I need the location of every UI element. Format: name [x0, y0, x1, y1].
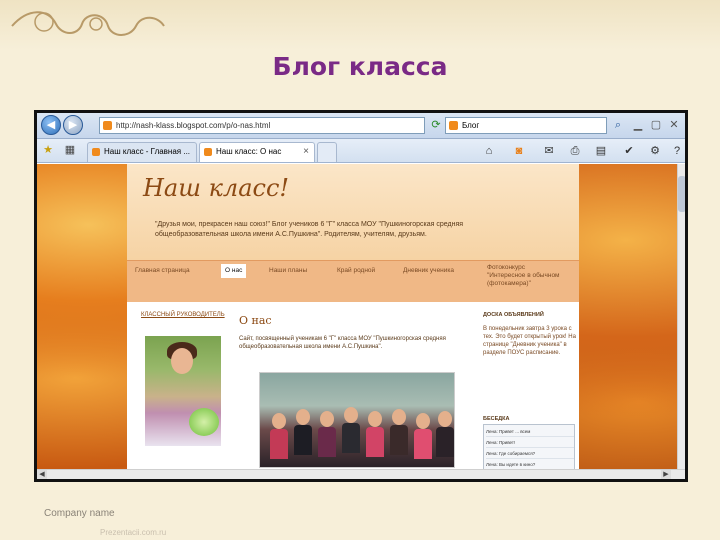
- sidebar-left: КЛАССНЫЙ РУКОВОДИТЕЛЬ: [141, 312, 229, 446]
- company-name: Company name: [44, 508, 115, 519]
- new-tab-button[interactable]: [317, 142, 337, 162]
- photo-face: [438, 411, 452, 427]
- sidebar-right: ДОСКА ОБЪЯВЛЕНИЙ В понедельник завтра 3 …: [483, 312, 577, 469]
- slide-title: Блог класса: [272, 52, 448, 81]
- menu-item-homeland[interactable]: Край родной: [337, 264, 375, 278]
- photo-face: [272, 413, 286, 429]
- chat-heading: БЕСЕДКА: [483, 416, 510, 422]
- photo-face: [320, 411, 334, 427]
- photo-figure: [390, 425, 408, 455]
- post-title: О нас: [239, 314, 272, 327]
- blogger-icon: [103, 121, 112, 130]
- photo-face: [296, 409, 310, 425]
- photo-figure: [366, 427, 384, 457]
- photo-face: [344, 407, 358, 423]
- search-icon[interactable]: ⌕: [611, 118, 625, 132]
- chat-message: Лена: Где собираемся?: [486, 449, 574, 459]
- quick-tabs-icon[interactable]: ▦: [63, 143, 77, 157]
- photo-face: [171, 348, 193, 374]
- photo-face: [368, 411, 382, 427]
- vertical-scrollbar[interactable]: [677, 164, 685, 469]
- page-viewport: Наш класс! "Друзья мои, прекрасен наш со…: [37, 164, 677, 469]
- tab-home[interactable]: Наш класс - Главная ...: [87, 142, 197, 162]
- chat-message: Лена: Привет ... всем: [486, 427, 574, 437]
- photo-figure: [342, 423, 360, 453]
- help-icon[interactable]: ?: [669, 143, 685, 159]
- menu-item-photo-contest[interactable]: Фотоконкурс "Интересное в обычном (фоток…: [487, 264, 563, 287]
- tools-gear-icon[interactable]: ⚙: [647, 143, 663, 159]
- watermark: Prezentacii.com.ru: [100, 528, 167, 537]
- blog-description: "Друзья мои, прекрасен наш союз!" Блог у…: [155, 221, 464, 238]
- teacher-photo: [145, 336, 221, 446]
- minimize-icon[interactable]: ▁: [631, 118, 645, 132]
- page-menu-icon[interactable]: ▤: [593, 143, 609, 159]
- blog-header: Наш класс! "Друзья мои, прекрасен наш со…: [127, 164, 579, 260]
- blogger-icon: [92, 148, 100, 156]
- photo-figure: [270, 429, 288, 459]
- menu-item-plans[interactable]: Наши планы: [269, 264, 307, 278]
- tab-row: ★ ▦ Наш класс - Главная ... Наш класс: О…: [37, 139, 685, 163]
- menu-item-about[interactable]: О нас: [221, 264, 247, 278]
- tab-label: Наш класс: О нас: [216, 147, 282, 156]
- photo-face: [392, 409, 406, 425]
- tab-close-icon[interactable]: ×: [303, 143, 309, 161]
- menu-item-home[interactable]: Главная страница: [135, 264, 190, 278]
- search-provider-icon: [449, 121, 458, 130]
- compatibility-icon[interactable]: ⟳: [429, 118, 443, 132]
- forward-button[interactable]: ▶: [63, 115, 83, 135]
- notice-board-text: В понедельник завтра 3 урока с тех. Это …: [483, 326, 576, 356]
- tab-label: Наш класс - Главная ...: [104, 147, 191, 156]
- photo-figure: [318, 427, 336, 457]
- home-icon[interactable]: ⌂: [481, 143, 497, 159]
- scroll-left-icon[interactable]: ◀: [37, 470, 47, 479]
- address-field[interactable]: http://nash-klass.blogspot.com/p/o-nas.h…: [99, 117, 425, 134]
- address-text: http://nash-klass.blogspot.com/p/o-nas.h…: [116, 121, 271, 130]
- teacher-heading: КЛАССНЫЙ РУКОВОДИТЕЛЬ: [141, 312, 225, 318]
- horizontal-scrollbar[interactable]: ◀ ▶: [37, 469, 685, 479]
- blog-page: Наш класс! "Друзья мои, прекрасен наш со…: [127, 164, 579, 469]
- favorites-star-icon[interactable]: ★: [41, 143, 55, 157]
- menu-item-diary[interactable]: Дневник ученика: [403, 264, 454, 278]
- photo-figure: [414, 429, 432, 459]
- photo-face: [416, 413, 430, 429]
- feeds-icon[interactable]: ◙: [511, 143, 527, 159]
- maximize-icon[interactable]: ▢: [649, 118, 663, 132]
- chat-message: Лена: Вы идете в кино?: [486, 460, 574, 469]
- photo-figure: [436, 427, 454, 457]
- search-text: Блог: [462, 121, 480, 130]
- mail-icon[interactable]: ✉: [541, 143, 557, 159]
- tab-about[interactable]: Наш класс: О нас ×: [199, 142, 315, 162]
- post-text: Сайт, посвященный ученикам 6 "Г" класса …: [239, 336, 446, 350]
- safety-icon[interactable]: ✔: [621, 143, 637, 159]
- search-field[interactable]: Блог: [445, 117, 607, 134]
- chat-message: Лена: Привет!: [486, 438, 574, 448]
- class-photo: [259, 372, 455, 468]
- blog-menu: Главная страница О нас Наши планы Край р…: [127, 260, 579, 302]
- ornament-icon: [11, 11, 165, 36]
- blog-title[interactable]: Наш класс!: [143, 174, 289, 202]
- post-column: О нас Сайт, посвященный ученикам 6 "Г" к…: [239, 314, 461, 468]
- close-window-icon[interactable]: ✕: [667, 118, 681, 132]
- chat-widget[interactable]: Лена: Привет ... всем Лена: Привет! Лена…: [483, 424, 575, 469]
- photo-bouquet: [189, 408, 219, 436]
- print-icon[interactable]: ⎙: [567, 143, 583, 159]
- back-button[interactable]: ◀: [41, 115, 61, 135]
- photo-figure: [294, 425, 312, 455]
- notice-board-heading: ДОСКА ОБЪЯВЛЕНИЙ: [483, 312, 544, 318]
- blogger-icon: [204, 148, 212, 156]
- scroll-right-icon[interactable]: ▶: [661, 470, 671, 479]
- vertical-scroll-thumb[interactable]: [678, 176, 685, 212]
- browser-screenshot: ◀ ▶ http://nash-klass.blogspot.com/p/o-n…: [34, 110, 688, 482]
- address-bar-row: ◀ ▶ http://nash-klass.blogspot.com/p/o-n…: [37, 113, 685, 139]
